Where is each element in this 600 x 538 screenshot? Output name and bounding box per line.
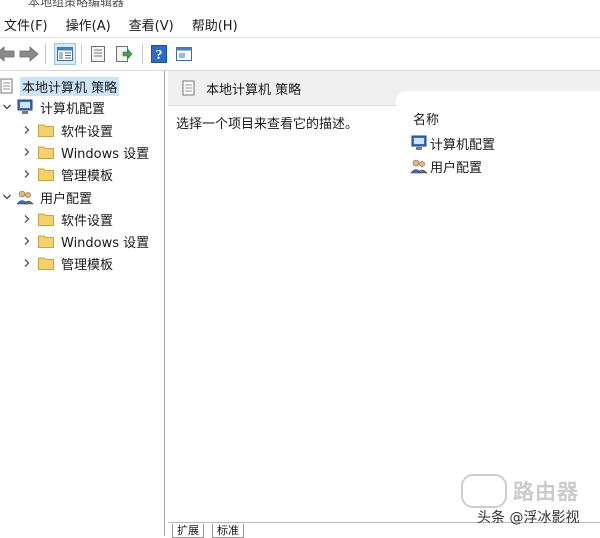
export-list-button[interactable] [113, 43, 135, 65]
window-view-icon [176, 47, 192, 61]
window-title: 本地组策略编辑器 [28, 0, 125, 8]
tree-node-user-software-settings[interactable]: 软件设置 [21, 208, 115, 230]
folder-icon [37, 122, 55, 138]
menu-bar: 文件(F) 操作(A) 查看(V) 帮助(H) [0, 11, 600, 38]
back-arrow-icon [0, 46, 15, 62]
folder-icon [37, 144, 55, 160]
properties-icon [91, 46, 105, 62]
toolbar-separator [142, 44, 143, 64]
column-header-name[interactable]: 名称 [413, 109, 439, 128]
tree-node-computer-admin-templates[interactable]: 管理模板 [21, 163, 115, 185]
menu-view[interactable]: 查看(V) [127, 15, 176, 34]
users-icon [410, 158, 428, 174]
computer-icon [16, 99, 34, 115]
description-text: 选择一个项目来查看它的描述。 [176, 117, 359, 132]
list-item-label: 用户配置 [430, 160, 483, 176]
tree-node-label: 管理模板 [61, 168, 114, 184]
console-tree: 本地计算机 策略 计算机配置 软件设置 Windows 设置 管理模板 用户配置… [0, 71, 165, 536]
list-item-label: 计算机配置 [430, 137, 496, 153]
show-tree-button[interactable] [54, 43, 76, 65]
menu-action[interactable]: 操作(A) [64, 15, 113, 34]
list-item-computer-config[interactable]: 计算机配置 [410, 132, 495, 154]
tree-node-label: 软件设置 [61, 213, 114, 229]
forward-button[interactable] [18, 43, 40, 65]
tree-node-label: Windows 设置 [61, 146, 150, 162]
policy-document-icon [0, 78, 16, 94]
chevron-right-icon[interactable] [21, 235, 33, 247]
computer-icon [410, 135, 428, 151]
policy-document-icon [180, 80, 198, 96]
tree-node-root[interactable]: 本地计算机 策略 [0, 75, 120, 97]
details-header-title: 本地计算机 策略 [206, 82, 302, 98]
folder-icon [37, 211, 55, 227]
folder-icon [37, 255, 55, 271]
folder-icon [37, 233, 55, 249]
chevron-down-icon[interactable] [1, 101, 13, 113]
chevron-right-icon[interactable] [21, 146, 33, 158]
tree-node-computer-windows-settings[interactable]: Windows 设置 [21, 141, 151, 163]
tree-node-label: 用户配置 [40, 191, 93, 207]
tree-node-label: 本地计算机 策略 [20, 76, 120, 96]
menu-file[interactable]: 文件(F) [2, 15, 50, 34]
tree-node-user-windows-settings[interactable]: Windows 设置 [21, 230, 151, 252]
list-item-user-config[interactable]: 用户配置 [410, 155, 482, 177]
tree-node-user-admin-templates[interactable]: 管理模板 [21, 252, 115, 274]
list-header-tab [396, 91, 600, 109]
view-button[interactable] [173, 43, 195, 65]
chevron-right-icon[interactable] [21, 124, 33, 136]
chevron-right-icon[interactable] [21, 213, 33, 225]
tree-node-user-config[interactable]: 用户配置 [1, 186, 94, 208]
folder-icon [37, 166, 55, 182]
chevron-down-icon[interactable] [1, 191, 13, 203]
title-bar: 本地组策略编辑器 [0, 0, 600, 8]
chevron-right-icon[interactable] [21, 168, 33, 180]
toolbar-separator [45, 44, 46, 64]
users-icon [16, 189, 34, 205]
back-button[interactable] [0, 43, 16, 65]
tree-node-label: 计算机配置 [40, 101, 106, 117]
details-pane: 本地计算机 策略 选择一个项目来查看它的描述。 名称 计算机配置 用户配置 [168, 71, 600, 523]
svg-text:?: ? [156, 48, 163, 63]
help-button[interactable]: ? [148, 43, 170, 65]
chevron-right-icon[interactable] [21, 257, 33, 269]
tree-node-label: 软件设置 [61, 124, 114, 140]
menu-help[interactable]: 帮助(H) [190, 15, 240, 34]
tree-node-label: Windows 设置 [61, 235, 150, 251]
toolbar-separator [81, 44, 82, 64]
view-tabs: 扩展 标准 [168, 522, 600, 538]
tree-node-computer-software-settings[interactable]: 软件设置 [21, 119, 115, 141]
tree-node-label: 管理模板 [61, 257, 114, 273]
properties-button[interactable] [87, 43, 109, 65]
console-tree-icon [57, 47, 73, 61]
help-icon: ? [151, 45, 167, 63]
export-icon [116, 46, 133, 62]
forward-arrow-icon [19, 46, 39, 62]
tree-node-computer-config[interactable]: 计算机配置 [1, 96, 107, 118]
toolbar: ? [0, 38, 600, 71]
